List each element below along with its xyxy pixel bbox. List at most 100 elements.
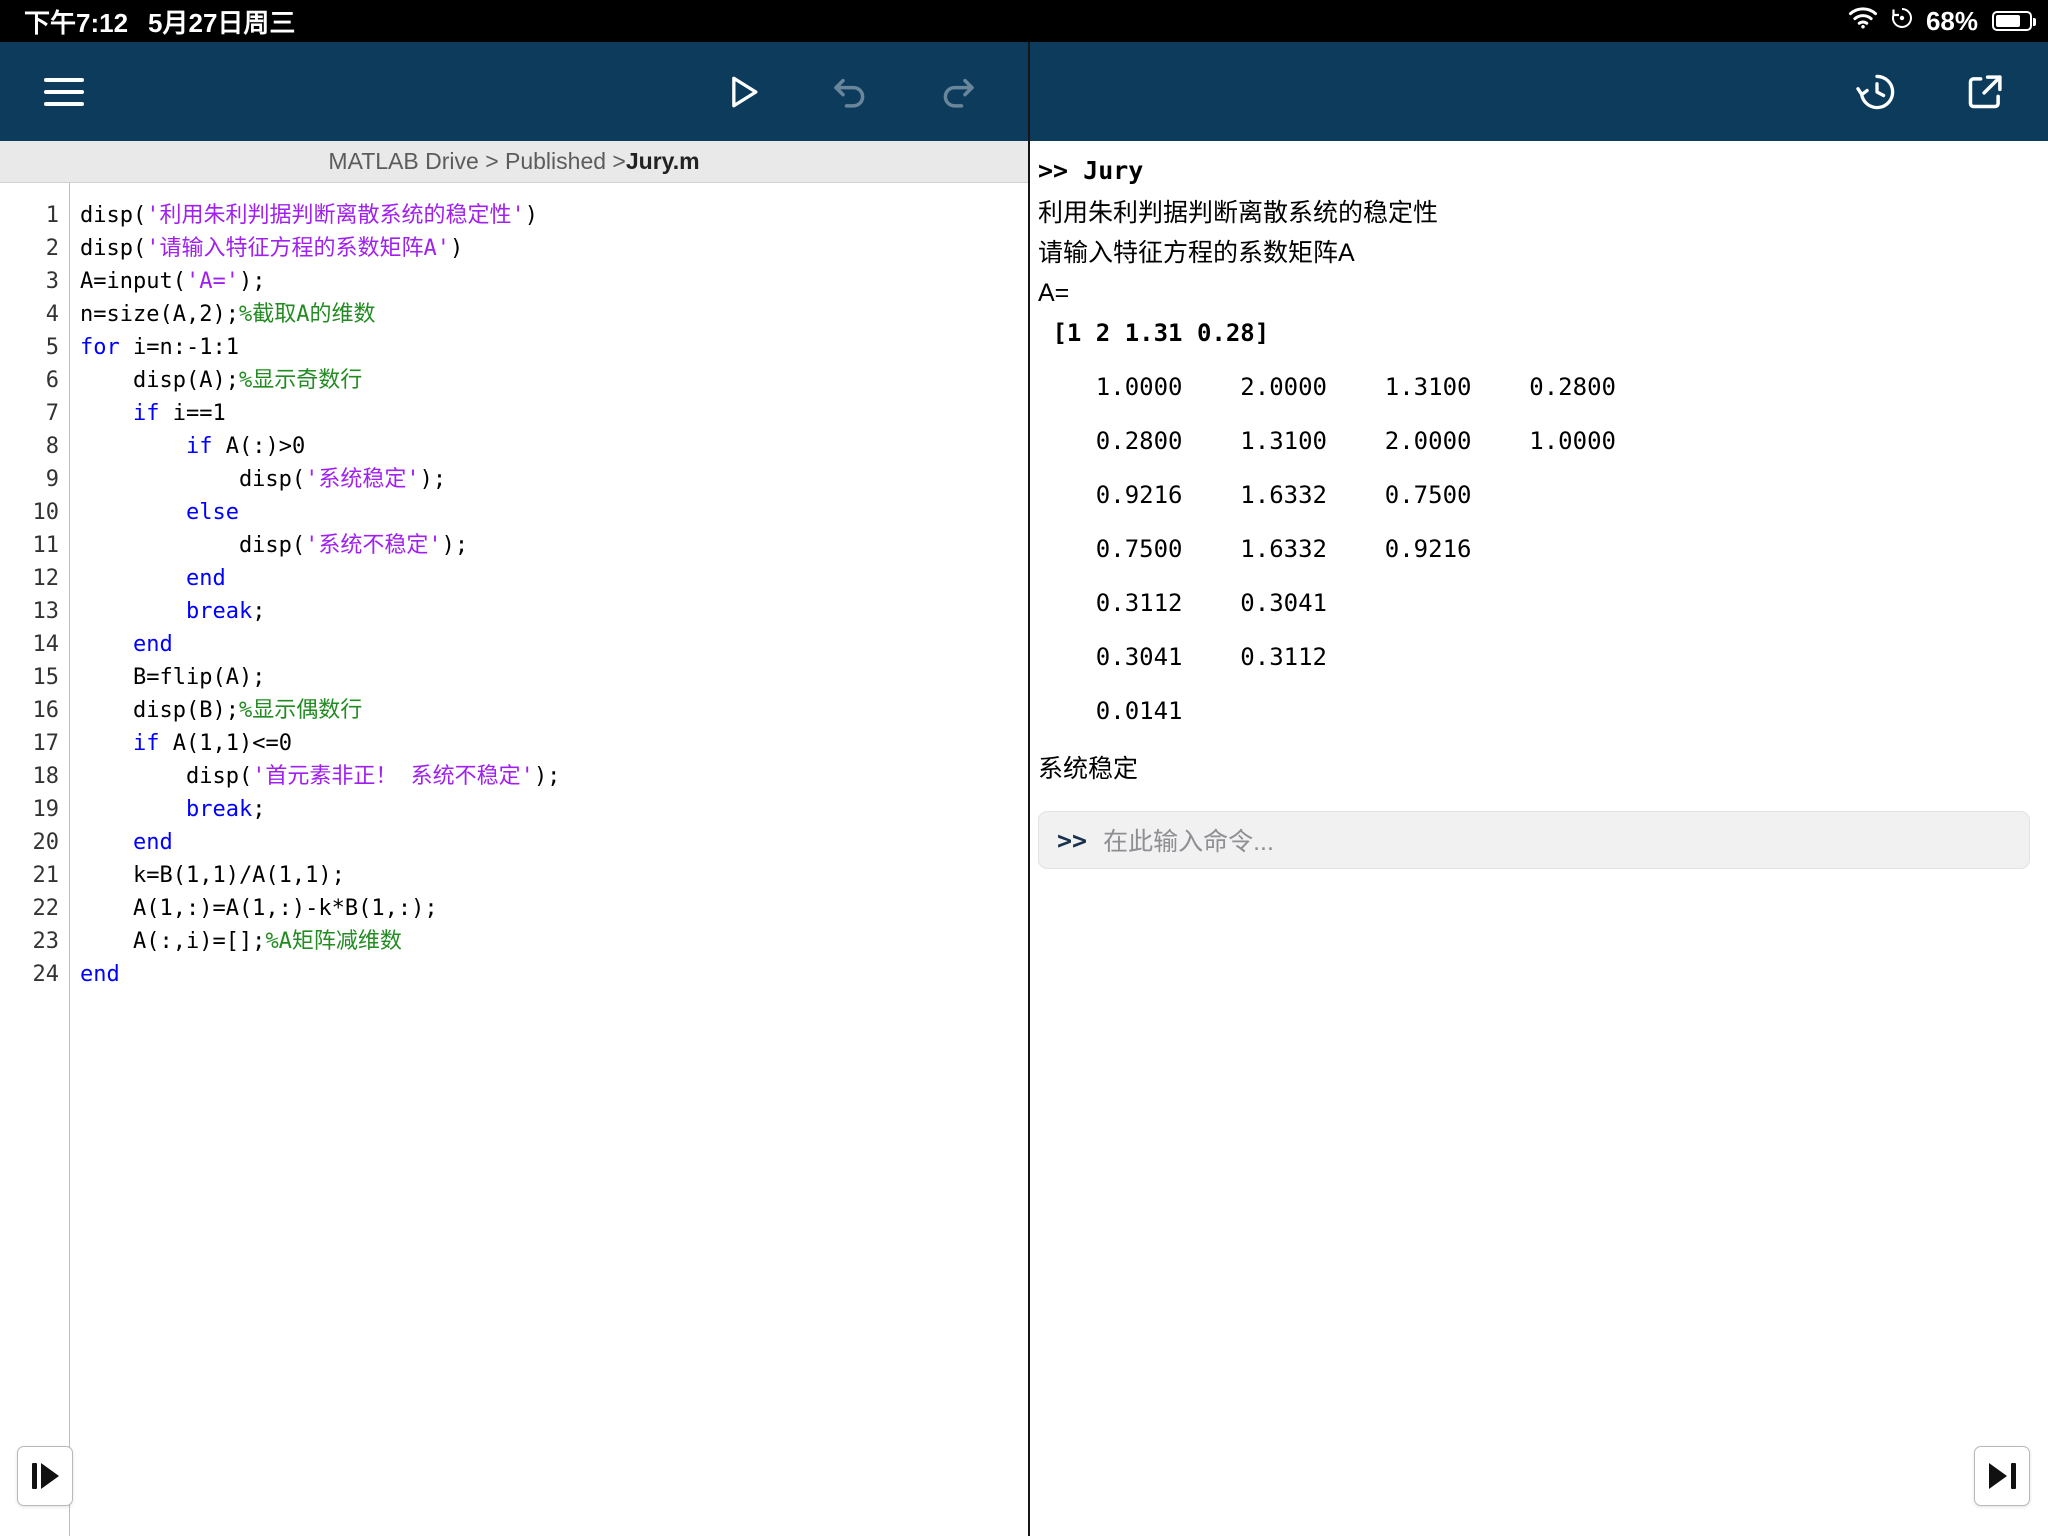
code-text: disp('首元素非正！ 系统不稳定'); (80, 764, 561, 789)
line-number: 12 (32, 566, 60, 591)
console-line: 利用朱利判据判断离散系统的稳定性 (1038, 199, 1439, 227)
line-number: 20 (32, 830, 60, 855)
code-line[interactable]: 16 disp(B);%显示偶数行 (0, 694, 1028, 727)
code-text: B=flip(A); (80, 665, 266, 690)
code-text: end (132, 830, 173, 855)
main-content: MATLAB Drive > Published > Jury.m 1 disp(… (0, 141, 2048, 1536)
status-time: 下午7:12 (24, 7, 129, 38)
orientation-lock-icon (1890, 6, 1914, 37)
command-window-panel: >> Jury 利用朱利判据判断离散系统的稳定性 请输入特征方程的系数矩阵A A= [… (1028, 141, 2048, 1536)
redo-icon[interactable] (928, 62, 988, 122)
wifi-icon (1848, 6, 1878, 37)
line-number: 22 (32, 896, 60, 921)
line-number: 21 (32, 863, 60, 888)
code-line[interactable]: 14 end (0, 628, 1028, 661)
line-number: 13 (32, 599, 60, 624)
line-number: 16 (32, 698, 60, 723)
line-number: 7 (45, 401, 59, 426)
command-input-placeholder: 在此输入命令... (1103, 828, 1274, 856)
code-text: A(1,:)=A(1,:)-k*B(1,:); (80, 896, 438, 921)
command-input[interactable]: >> 在此输入命令... (1038, 811, 2030, 869)
matlab-mobile-app: 下午7:12 5月27日周三 68% MATLAB Drive > Publis… (0, 0, 2048, 1536)
status-bar: 下午7:12 5月27日周三 68% (0, 0, 2048, 42)
code-line[interactable]: 22 A(1,:)=A(1,:)-k*B(1,:); (0, 892, 1028, 925)
line-number: 19 (32, 797, 60, 822)
code-line[interactable]: 13 break; (0, 595, 1028, 628)
code-lines: 1 disp('利用朱利判据判断离散系统的稳定性') 2 disp('请输入特征方程的… (0, 199, 1028, 991)
history-icon[interactable] (1847, 62, 1907, 122)
run-icon[interactable] (713, 62, 773, 122)
code-line[interactable]: 1 disp('利用朱利判据判断离散系统的稳定性') (0, 199, 1028, 232)
line-number: 3 (45, 269, 59, 294)
console-line: [1 2 1.31 0.28] (1038, 319, 1270, 347)
popout-icon[interactable] (1955, 62, 2015, 122)
code-text: A(:,i)=[];%A矩阵减维数 (80, 929, 402, 954)
line-number: 6 (45, 368, 59, 393)
line-number: 15 (32, 665, 60, 690)
console-line: 1.0000 2.0000 1.3100 0.2800 (1038, 373, 1616, 401)
code-line[interactable]: 11 disp('系统不稳定'); (0, 529, 1028, 562)
collapse-console-panel-button[interactable] (1974, 1446, 2030, 1506)
console: >> Jury 利用朱利判据判断离散系统的稳定性 请输入特征方程的系数矩阵A A= [… (1028, 141, 2048, 869)
line-number: 8 (45, 434, 59, 459)
breadcrumb[interactable]: MATLAB Drive > Published > Jury.m (0, 141, 1028, 183)
line-number: 2 (45, 236, 59, 261)
line-number: 11 (32, 533, 60, 558)
code-text: k=B(1,1)/A(1,1); (80, 863, 345, 888)
console-line: 0.0141 (1038, 697, 1183, 725)
console-output: >> Jury 利用朱利判据判断离散系统的稳定性 请输入特征方程的系数矩阵A A= [… (1038, 149, 2034, 789)
console-line: 系统稳定 (1038, 755, 1139, 783)
code-text: disp('请输入特征方程的系数矩阵A') (80, 236, 464, 261)
code-line[interactable]: 4 n=size(A,2);%截取A的维数 (0, 298, 1028, 331)
menu-icon[interactable] (34, 62, 94, 122)
code-text: end (185, 566, 226, 591)
line-number: 4 (45, 302, 59, 327)
line-number: 18 (32, 764, 60, 789)
code-line[interactable]: 7 if i==1 (0, 397, 1028, 430)
code-line[interactable]: 2 disp('请输入特征方程的系数矩阵A') (0, 232, 1028, 265)
panel-divider[interactable] (1028, 42, 1030, 1536)
status-date: 5月27日周三 (148, 7, 296, 38)
code-line[interactable]: 9 disp('系统稳定'); (0, 463, 1028, 496)
console-line: 0.2800 1.3100 2.0000 1.0000 (1038, 427, 1616, 455)
code-text: break; (185, 599, 266, 624)
console-line: A= (1038, 279, 1070, 307)
console-line: 0.3041 0.3112 (1038, 643, 1327, 671)
code-line[interactable]: 24 end (0, 958, 1028, 991)
code-line[interactable]: 18 disp('首元素非正！ 系统不稳定'); (0, 760, 1028, 793)
code-line[interactable]: 21 k=B(1,1)/A(1,1); (0, 859, 1028, 892)
gutter-separator (69, 183, 70, 1536)
code-line[interactable]: 10 else (0, 496, 1028, 529)
code-line[interactable]: 17 if A(1,1)<=0 (0, 727, 1028, 760)
console-line: 0.9216 1.6332 0.7500 (1038, 481, 1472, 509)
line-number: 17 (32, 731, 60, 756)
code-line[interactable]: 12 end (0, 562, 1028, 595)
nav-bar (0, 42, 2048, 141)
code-text: if i==1 (132, 401, 226, 426)
battery-percent: 68% (1925, 5, 1978, 36)
line-number: 10 (32, 500, 60, 525)
line-number: 24 (32, 962, 60, 987)
line-number: 23 (32, 929, 60, 954)
code-line[interactable]: 3 A=input('A='); (0, 265, 1028, 298)
code-line[interactable]: 23 A(:,i)=[];%A矩阵减维数 (0, 925, 1028, 958)
code-text: if A(:)>0 (185, 434, 306, 459)
code-line[interactable]: 20 end (0, 826, 1028, 859)
line-number: 9 (45, 467, 59, 492)
editor-panel: MATLAB Drive > Published > Jury.m 1 disp(… (0, 141, 1028, 1536)
code-line[interactable]: 6 disp(A);%显示奇数行 (0, 364, 1028, 397)
expand-editor-panel-button[interactable] (17, 1446, 73, 1506)
code-line[interactable]: 15 B=flip(A); (0, 661, 1028, 694)
code-text: A=input('A='); (80, 269, 266, 294)
play-bar-icon (2010, 1463, 2016, 1489)
code-text: disp('系统不稳定'); (80, 533, 469, 558)
line-number: 1 (45, 203, 59, 228)
console-line: 0.7500 1.6332 0.9216 (1038, 535, 1472, 563)
undo-icon[interactable] (820, 62, 880, 122)
battery-icon (1992, 11, 2036, 31)
code-line[interactable]: 19 break; (0, 793, 1028, 826)
code-line[interactable]: 8 if A(:)>0 (0, 430, 1028, 463)
code-text: disp(B);%显示偶数行 (80, 698, 363, 723)
code-line[interactable]: 5 for i=n:-1:1 (0, 331, 1028, 364)
code-editor[interactable]: 1 disp('利用朱利判据判断离散系统的稳定性') 2 disp('请输入特征方程的… (0, 183, 1028, 1536)
